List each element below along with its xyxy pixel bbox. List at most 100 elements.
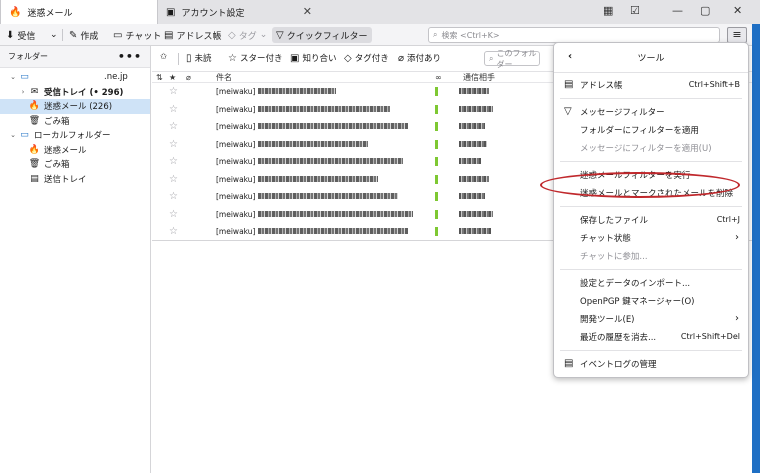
folder-junk[interactable]: 🔥 迷惑メール (226) [0, 99, 150, 114]
tagged-filter-button[interactable]: ◇ タグ付き [344, 52, 389, 65]
filter-icon: ▽ [276, 29, 284, 41]
read-column-icon[interactable]: ∞ [435, 72, 442, 83]
tasks-icon[interactable]: ☑ [630, 4, 640, 17]
attachment-column-icon[interactable]: ⌀ [186, 72, 191, 83]
menu-item-saved-files[interactable]: 保存したファイル Ctrl+J [554, 211, 748, 229]
star-icon[interactable]: ☆ [169, 121, 178, 132]
calendar-icon[interactable]: ▦ [603, 4, 613, 17]
star-icon[interactable]: ☆ [169, 209, 178, 220]
maximize-icon[interactable]: ▢ [700, 4, 710, 17]
chevron-right-icon: › [21, 87, 25, 96]
address-book-button[interactable]: ▤ アドレス帳 [164, 27, 221, 43]
back-arrow-icon[interactable]: ‹ [568, 51, 572, 62]
folder-filter-input[interactable]: ⌕ このフォルダー [484, 49, 540, 69]
tab-junk[interactable]: 🔥 迷惑メール [0, 0, 158, 24]
tag-button[interactable]: ◇ タグ ⌄ [228, 27, 267, 43]
correspondent-column-header[interactable]: 通信相手 [463, 72, 495, 83]
tag-icon: ◇ [228, 29, 236, 41]
get-messages-dropdown[interactable]: ⌄ [50, 27, 58, 43]
unread-dot-icon[interactable] [435, 174, 438, 184]
attachments-label: 添付あり [407, 54, 442, 64]
message-correspondent [459, 158, 481, 164]
unread-dot-icon[interactable] [435, 122, 438, 131]
menu-item-label: イベントログの管理 [580, 360, 657, 370]
unread-dot-icon[interactable] [435, 209, 438, 219]
folder-label: ごみ箱 [44, 116, 70, 127]
chevron-down-icon: ⌄ [50, 30, 58, 40]
menu-item-openpgp[interactable]: OpenPGP 鍵マネージャー(O) [554, 292, 748, 310]
folder-inbox[interactable]: › ✉ 受信トレイ (• 296) [0, 85, 150, 100]
starred-filter-button[interactable]: ☆ スター付き [228, 52, 282, 65]
message-subject [258, 88, 336, 94]
chat-button[interactable]: ▭ チャット [113, 27, 161, 43]
tools-menu-panel: ‹ ツール ▤ アドレス帳 Ctrl+Shift+B ▽ メッセージフィルター … [553, 42, 749, 378]
window-close-icon[interactable]: ✕ [733, 4, 742, 17]
more-options-icon[interactable]: ••• [118, 50, 142, 63]
tab-account-settings[interactable]: ▣ アカウント設定 ✕ [158, 0, 320, 24]
menu-item-import-settings[interactable]: 設定とデータのインポート... [554, 274, 748, 292]
local-folder-outbox[interactable]: ▤ 送信トレイ [0, 172, 150, 187]
menu-item-event-log[interactable]: ▤ イベントログの管理 [554, 355, 748, 373]
star-icon[interactable]: ☆ [169, 86, 178, 97]
menu-separator [560, 98, 742, 99]
filter-icon: ▽ [564, 106, 572, 117]
menu-item-clear-history[interactable]: 最近の履歴を消去... Ctrl+Shift+Del [554, 328, 748, 346]
local-folder-trash[interactable]: 🗑 ごみ箱 [0, 157, 150, 172]
menu-item-label: OpenPGP 鍵マネージャー(O) [580, 297, 695, 307]
search-input[interactable]: ⌕ 検索 <Ctrl+K> [428, 27, 720, 43]
tab-label: アカウント設定 [181, 8, 245, 19]
menu-item-dev-tools[interactable]: 開発ツール(E) › [554, 310, 748, 328]
address-book-label: アドレス帳 [176, 31, 222, 42]
thread-column-icon[interactable]: ⇅ [156, 72, 163, 83]
folder-trash[interactable]: 🗑 ごみ箱 [0, 114, 150, 129]
attachments-filter-button[interactable]: ⌀ 添付あり [398, 52, 442, 65]
menu-item-chat-status[interactable]: チャット状態 › [554, 229, 748, 247]
folder-pane-title: フォルダー [8, 52, 48, 61]
menu-item-shortcut: Ctrl+Shift+B [688, 80, 740, 89]
menu-item-message-filters[interactable]: ▽ メッセージフィルター [554, 103, 748, 121]
message-sender: [meiwaku] [216, 209, 256, 219]
unread-filter-button[interactable]: ▯ 未読 [186, 52, 212, 65]
account-row[interactable]: ⌄ ▭ .ne.jp [0, 70, 150, 85]
star-column-icon[interactable]: ★ [169, 72, 176, 83]
unread-dot-icon[interactable] [435, 139, 438, 149]
tools-menu-header: ‹ ツール [554, 43, 748, 73]
contacts-filter-button[interactable]: ▣ 知り合い [290, 52, 336, 65]
local-folders-row[interactable]: ⌄ ▭ ローカルフォルダー [0, 128, 150, 143]
unread-dot-icon[interactable] [435, 157, 438, 166]
minimize-icon[interactable]: — [672, 4, 683, 17]
quick-filter-label: クイックフィルター [286, 31, 368, 42]
sticky-filter-icon[interactable]: ✩ [160, 52, 167, 62]
star-icon[interactable]: ☆ [169, 191, 178, 202]
star-icon[interactable]: ☆ [169, 156, 178, 167]
compose-button[interactable]: ✎ 作成 [69, 27, 98, 43]
message-subject [258, 175, 378, 182]
message-correspondent [459, 228, 491, 234]
unread-dot-icon[interactable] [435, 227, 438, 236]
message-sender: [meiwaku] [216, 139, 256, 149]
message-sender: [meiwaku] [216, 192, 256, 201]
chat-icon: ▭ [113, 29, 123, 41]
get-messages-button[interactable]: ⬇ 受信 [6, 27, 35, 43]
trash-icon: 🗑 [28, 159, 41, 170]
folder-filter-placeholder: このフォルダー [496, 48, 537, 69]
subject-column-header[interactable]: 件名 [216, 72, 232, 83]
unread-dot-icon[interactable] [435, 87, 438, 96]
unread-dot-icon[interactable] [435, 104, 438, 114]
quick-filter-button[interactable]: ▽ クイックフィルター [272, 27, 372, 43]
unread-dot-icon[interactable] [435, 192, 438, 201]
menu-item-label: アドレス帳 [580, 81, 623, 91]
folder-icon: ▭ [20, 130, 29, 141]
menu-item-apply-folder-filter[interactable]: フォルダーにフィルターを適用 [554, 121, 748, 139]
star-icon[interactable]: ☆ [169, 139, 178, 150]
local-folder-junk[interactable]: 🔥 迷惑メール [0, 143, 150, 158]
message-subject [258, 123, 408, 129]
star-icon[interactable]: ☆ [169, 174, 178, 185]
message-correspondent [459, 210, 493, 217]
star-icon[interactable]: ☆ [169, 104, 178, 115]
star-icon[interactable]: ☆ [169, 226, 178, 237]
close-icon[interactable]: ✕ [303, 5, 312, 18]
app-menu-button[interactable]: ≡ [727, 27, 747, 43]
menu-item-address-book[interactable]: ▤ アドレス帳 Ctrl+Shift+B [554, 76, 748, 94]
message-correspondent [459, 175, 489, 182]
